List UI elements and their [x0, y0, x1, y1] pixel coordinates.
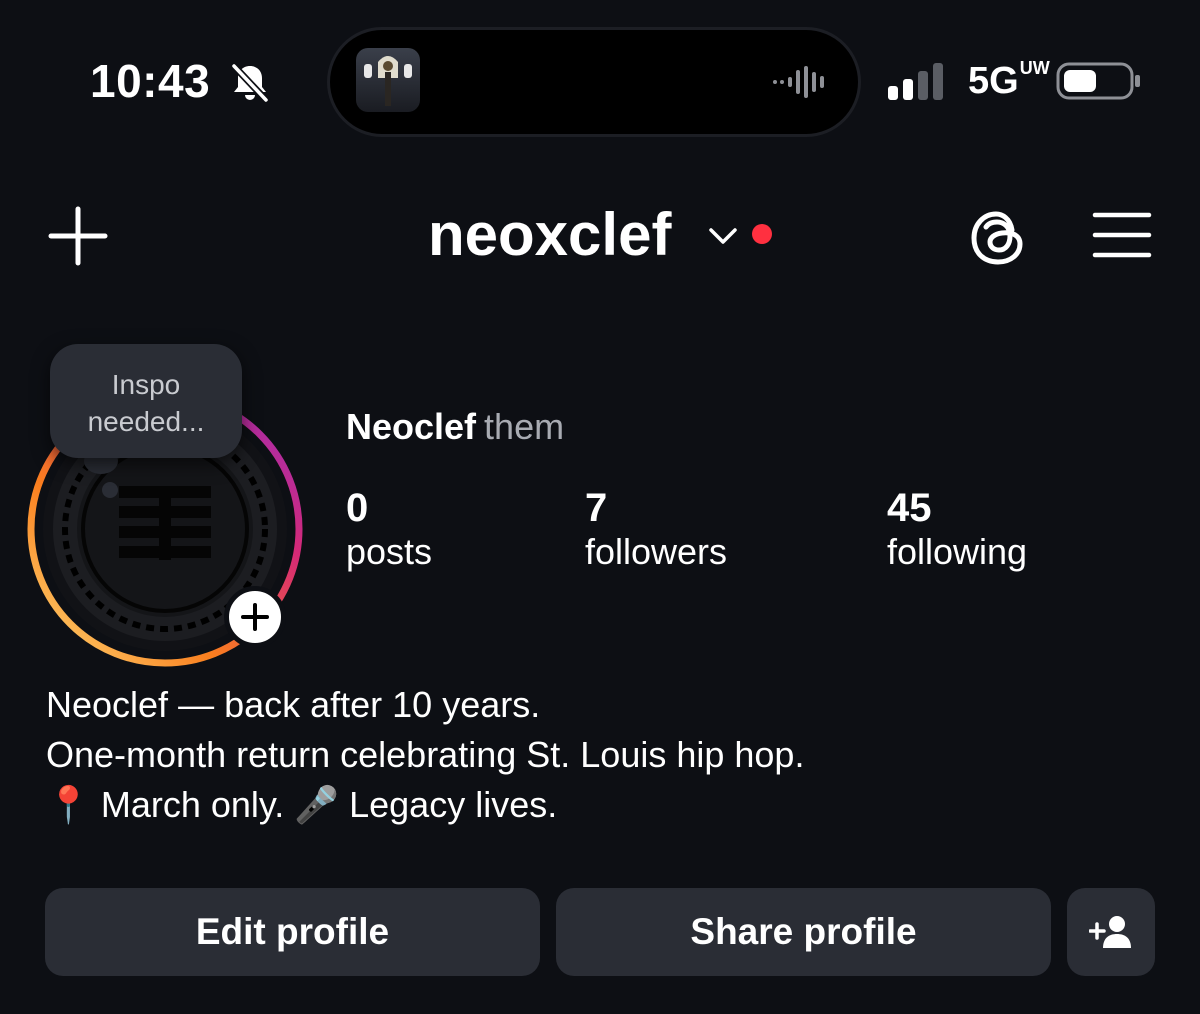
profile-note[interactable]: Inspo needed... [50, 344, 242, 458]
create-plus-icon[interactable] [48, 206, 108, 266]
microphone-emoji: 🎤 [294, 784, 340, 825]
network-type: 5G [968, 60, 1019, 102]
pronouns: them [484, 406, 565, 447]
bio-line-3: 📍 March only. 🎤 Legacy lives. [46, 784, 557, 826]
network-indicator: 5GUW [968, 58, 1050, 103]
bio-line-2: One-month return celebrating St. Louis h… [46, 734, 805, 775]
bio-line-3-text-2: Legacy lives. [349, 784, 558, 825]
chevron-down-icon[interactable] [708, 226, 738, 246]
audio-wave-icon [773, 66, 824, 98]
followers-label: followers [585, 531, 728, 572]
bio-line-1: Neoclef — back after 10 years. [46, 684, 541, 725]
now-playing-artwork[interactable] [356, 48, 420, 112]
account-username[interactable]: neoxclef [428, 200, 671, 269]
posts-label: posts [346, 531, 433, 572]
following-count: 45 [887, 486, 932, 530]
discover-people-button[interactable] [1067, 888, 1155, 976]
stat-posts[interactable]: 0 posts [346, 486, 432, 573]
stat-following[interactable]: 45 following [887, 486, 1027, 573]
stat-followers[interactable]: 7 followers [585, 486, 727, 573]
share-profile-button[interactable]: Share profile [556, 888, 1051, 976]
posts-count: 0 [346, 486, 369, 530]
plus-icon [241, 603, 269, 631]
following-label: following [887, 531, 1028, 572]
add-person-icon [1089, 916, 1131, 948]
bell-slash-icon [231, 63, 269, 103]
display-name-row: Neoclef them [346, 406, 564, 448]
notification-dot [752, 224, 772, 244]
menu-icon[interactable] [1092, 210, 1152, 260]
note-bubble-tail-dot [102, 482, 118, 498]
add-story-button[interactable] [224, 586, 286, 648]
followers-count: 7 [585, 486, 608, 530]
network-badge: UW [1019, 58, 1050, 78]
pin-emoji: 📍 [46, 784, 91, 825]
bio-line-3-text-1: March only. [100, 784, 285, 825]
signal-icon [888, 63, 943, 100]
status-time: 10:43 [90, 55, 211, 107]
edit-profile-button[interactable]: Edit profile [45, 888, 540, 976]
threads-icon[interactable] [968, 208, 1028, 268]
battery-icon [1056, 62, 1140, 100]
display-name: Neoclef [346, 406, 477, 447]
